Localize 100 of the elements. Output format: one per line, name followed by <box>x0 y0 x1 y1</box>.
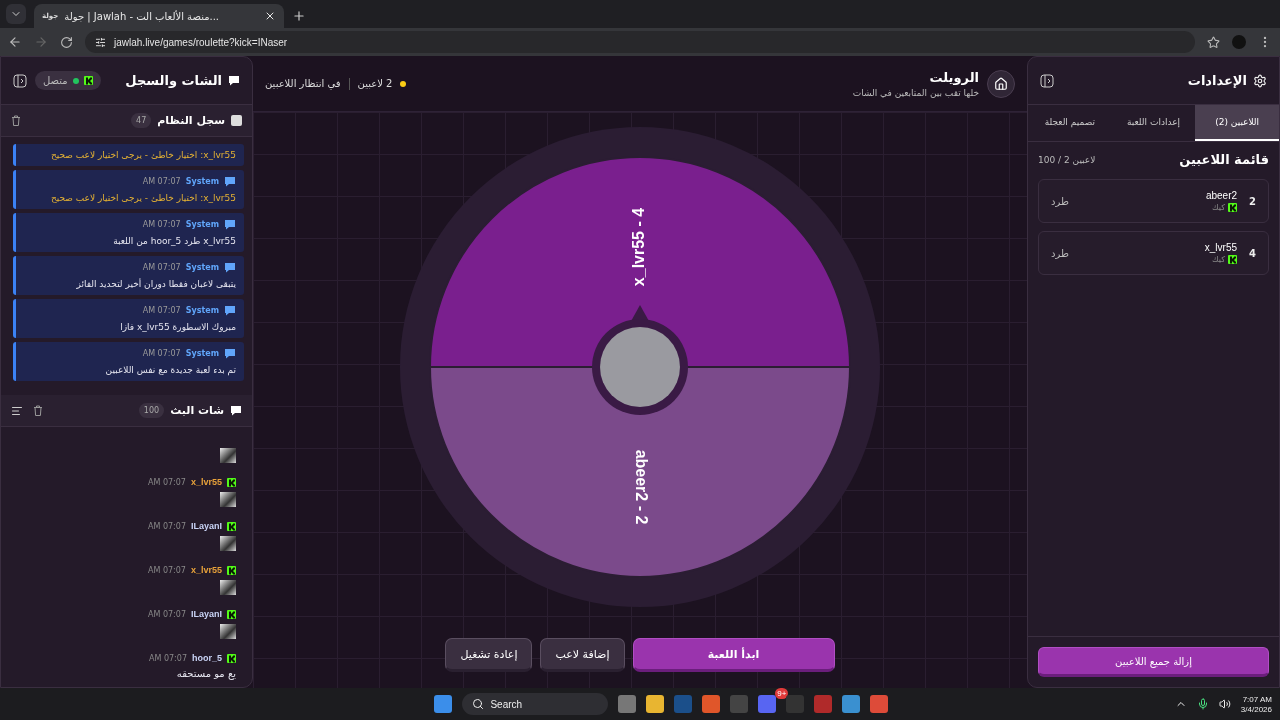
platform-label: كيك <box>1212 255 1226 264</box>
username: x_lvr55 <box>190 565 222 575</box>
section-title: سجل النظام <box>157 114 225 127</box>
action-button[interactable]: إضافة لاعب <box>540 638 625 672</box>
action-button[interactable]: إعادة تشغيل <box>445 638 533 672</box>
settings-tab[interactable]: تصميم العجلة <box>1028 105 1112 141</box>
kick-logo-icon <box>227 565 236 575</box>
remove-all-button[interactable]: إزالة جميع اللاعبين <box>1038 647 1269 677</box>
home-button[interactable] <box>987 69 1015 98</box>
username: x_lvr55 <box>190 477 222 487</box>
kick-logo-icon <box>227 521 236 531</box>
message-text: يع مو مستحقه <box>176 668 236 679</box>
clock[interactable]: 7:07 AM 3/4/2026 <box>1240 694 1272 714</box>
chat-bubble-icon <box>224 219 236 230</box>
player-count: 2 لاعبين <box>357 78 393 89</box>
emote-image <box>220 536 236 551</box>
message-time: AM 07:07 <box>142 263 181 272</box>
clock-date: 3/4/2026 <box>1240 704 1272 714</box>
username: ILayanI <box>191 521 222 531</box>
section-title: شات البث <box>170 404 224 417</box>
app-icon[interactable] <box>758 695 777 713</box>
tab-list-button[interactable] <box>6 4 26 24</box>
message-text: يتبقى لاعبان فقطا دوران أخير لتحديد الفائز <box>75 279 236 289</box>
message-time: AM 07:07 <box>148 565 186 575</box>
trash-icon[interactable] <box>33 404 43 416</box>
message-time: AM 07:07 <box>149 653 187 663</box>
kick-logo-icon <box>1228 255 1238 264</box>
site-info-icon[interactable] <box>95 36 106 48</box>
home-icon <box>994 76 1008 91</box>
taskbar-search[interactable]: Search <box>462 693 609 715</box>
message-count: 47 <box>131 113 152 128</box>
game-status: في انتظار اللاعبين <box>265 78 341 89</box>
task-view-icon[interactable] <box>618 695 637 713</box>
message-text: x_lvr55 طرد hoor_5 من اللعبة <box>112 236 236 246</box>
search-label: Search <box>490 698 523 710</box>
microphone-icon[interactable] <box>1196 698 1209 710</box>
player-name: x_lvr55 <box>1204 242 1238 253</box>
kick-logo-icon <box>227 477 236 487</box>
close-icon[interactable] <box>264 10 276 22</box>
kick-logo-icon <box>227 609 236 619</box>
notification-badge: 9+ <box>775 688 789 699</box>
app-icon[interactable] <box>842 695 861 713</box>
message-text: x_lvr55: اختيار خاطئ - يرجى اختيار لاعب صحيح <box>49 150 236 160</box>
chat-bubble-icon <box>224 176 236 187</box>
player-number: 2 <box>1249 195 1256 207</box>
panel-toggle-icon[interactable] <box>13 73 27 88</box>
chat-bubble-icon <box>228 75 240 86</box>
kick-player-link[interactable]: طرد <box>1051 195 1069 207</box>
username: ILayanI <box>191 609 222 619</box>
folder-icon[interactable] <box>646 695 665 713</box>
emote-image <box>220 624 236 639</box>
sender-name: System <box>185 349 219 358</box>
segment-label: x_lvr55 - 4 <box>630 207 648 287</box>
tab-title: جولة | Jawlah - منصة الألعاب الت... <box>64 10 221 22</box>
new-tab-icon[interactable] <box>292 9 306 23</box>
message-time: AM 07:07 <box>142 306 181 315</box>
trash-icon[interactable] <box>11 115 21 126</box>
sender-name: System <box>185 220 219 229</box>
emote-image <box>220 580 236 595</box>
message-time: AM 07:07 <box>148 477 186 487</box>
reload-icon[interactable] <box>60 35 73 49</box>
info-icon <box>231 115 242 126</box>
platform-label: كيك <box>1212 203 1226 212</box>
settings-tab[interactable]: إعدادات اللعبة <box>1111 105 1196 141</box>
emote-image <box>220 492 236 507</box>
message-time: AM 07:07 <box>142 177 181 186</box>
list-title: قائمة اللاعبين <box>1179 152 1269 167</box>
message-count: 100 <box>138 403 165 418</box>
player-number: 4 <box>1249 247 1256 259</box>
kick-player-link[interactable]: طرد <box>1051 247 1069 259</box>
message-time: AM 07:07 <box>142 220 181 229</box>
app-icon[interactable] <box>814 695 833 713</box>
message-text: تم بدء لعبة جديدة مع نفس اللاعبين <box>104 365 236 375</box>
sender-name: System <box>185 263 219 272</box>
app-icon[interactable] <box>702 695 721 713</box>
address-bar[interactable]: jawlah.live/games/roulette?kick=INaser <box>85 31 1195 53</box>
connection-label: متصل <box>43 75 68 86</box>
panel-title: الإعدادات <box>1187 73 1247 88</box>
message-text: x_lvr55: اختيار خاطئ - يرجى اختيار لاعب صحيح <box>49 193 236 203</box>
player-name: abeer2 <box>1205 190 1238 201</box>
chrome-icon[interactable] <box>870 695 889 713</box>
message-time: AM 07:07 <box>142 349 181 358</box>
status-dot <box>400 80 407 87</box>
start-icon[interactable] <box>434 695 453 713</box>
align-icon[interactable] <box>11 404 23 417</box>
back-icon[interactable] <box>8 35 22 49</box>
page-title: الرويلت <box>928 69 979 85</box>
settings-tab[interactable]: اللاعبين (2) <box>1195 105 1279 141</box>
message-time: AM 07:07 <box>148 521 186 531</box>
chat-bubble-icon <box>224 262 236 273</box>
start-button[interactable]: ابدأ اللعبة <box>632 638 835 672</box>
speaker-icon[interactable] <box>1218 698 1231 710</box>
username: hoor_5 <box>192 653 222 663</box>
clock-time: 7:07 AM <box>1242 694 1272 704</box>
segment-label: abeer2 - 2 <box>632 449 650 525</box>
page-subtitle: خلها تقب بين المتابعين في الشات <box>852 87 979 98</box>
bookmark-star-icon[interactable] <box>1207 35 1220 49</box>
sender-name: System <box>185 306 219 315</box>
player-count: 100 / 2 لاعبين <box>1038 154 1096 165</box>
panel-toggle-icon[interactable] <box>1040 73 1054 88</box>
